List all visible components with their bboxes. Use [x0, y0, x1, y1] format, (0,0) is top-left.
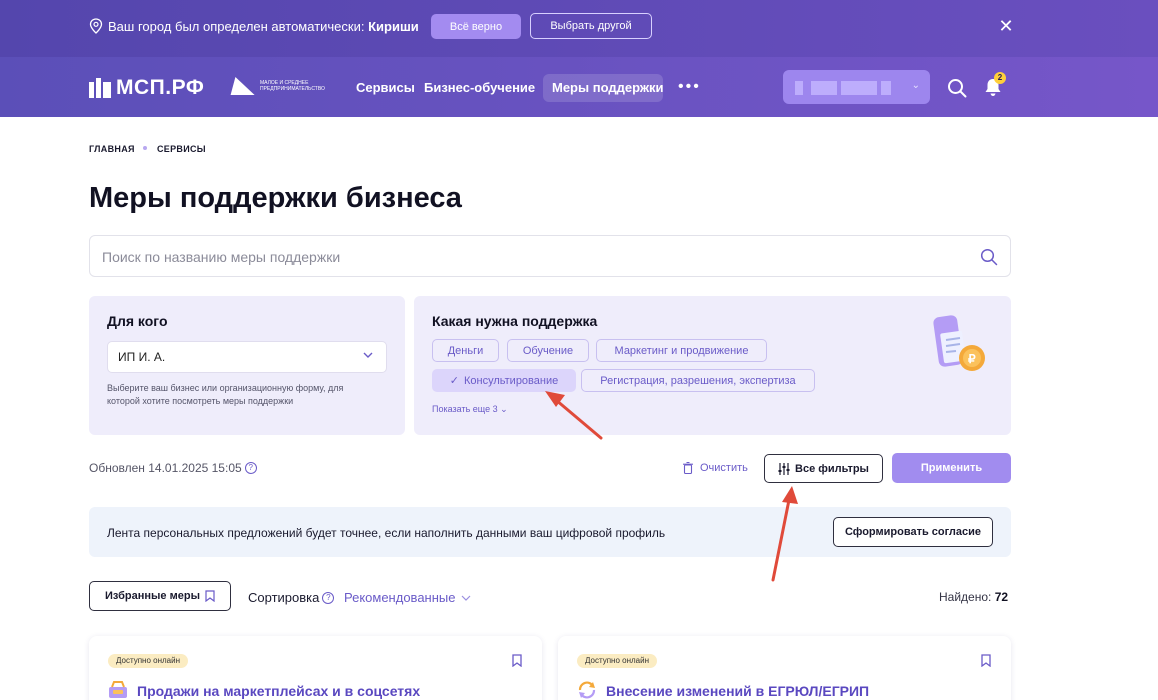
support-type-title: Какая нужна поддержка: [432, 313, 598, 329]
apply-button[interactable]: Применить: [892, 453, 1011, 483]
favorites-label: Избранные меры: [105, 590, 200, 602]
clear-filters-button[interactable]: Очистить: [683, 462, 748, 474]
chip-money[interactable]: Деньги: [432, 339, 499, 362]
breadcrumb-services[interactable]: СЕРВИСЫ: [157, 144, 206, 154]
bookmark-icon[interactable]: [981, 654, 991, 667]
found-count: Найдено: 72: [939, 590, 1008, 604]
show-more-link[interactable]: Показать еще 3 ⌄: [432, 404, 508, 415]
close-icon[interactable]: ✕: [998, 17, 1014, 35]
filters-icon: [778, 462, 790, 475]
for-whom-panel: Для кого ИП И. А. Выберите ваш бизнес ил…: [89, 296, 405, 435]
city-banner: Ваш город был определен автоматически: К…: [0, 0, 1158, 57]
site-header: МСП.РФ малое и среднее предпринимательст…: [0, 57, 1158, 117]
notification-badge: 2: [994, 72, 1006, 84]
profile-info-text: Лента персональных предложений будет точ…: [107, 526, 666, 540]
chevron-down-icon: ⌄: [911, 80, 920, 91]
sort-value: Рекомендованные: [344, 590, 456, 605]
all-filters-label: Все фильтры: [795, 462, 869, 475]
bookmark-icon[interactable]: [512, 654, 522, 667]
for-whom-hint: Выберите ваш бизнес или организационную …: [107, 383, 344, 406]
search-icon[interactable]: [947, 78, 967, 98]
redacted-block: [795, 81, 803, 95]
msp-logo[interactable]: МСП.РФ: [89, 76, 204, 100]
found-label: Найдено:: [939, 590, 995, 604]
city-message-text: Ваш город был определен автоматически:: [108, 19, 369, 34]
search-box: [89, 235, 1011, 277]
location-pin-icon: [89, 18, 103, 34]
card-title[interactable]: Продажи на маркетплейсах и в соцсетях: [137, 683, 420, 699]
favorites-button[interactable]: Избранные меры: [89, 581, 231, 611]
card-title[interactable]: Внесение изменений в ЕГРЮЛ/ЕГРИП: [606, 683, 869, 699]
partner-logo: малое и среднее предпринимательство: [230, 77, 330, 95]
breadcrumb-home[interactable]: ГЛАВНАЯ: [89, 144, 135, 154]
chip-consulting-label: Консультирование: [463, 374, 559, 387]
chip-education[interactable]: Обучение: [507, 339, 589, 362]
phone-coin-illustration-icon: ₽: [933, 315, 985, 371]
show-more-label: Показать еще 3: [432, 404, 498, 414]
sort-select[interactable]: Рекомендованные: [344, 590, 471, 605]
profile-info-banner: Лента персональных предложений будет точ…: [89, 507, 1011, 557]
online-badge: Доступно онлайн: [108, 654, 189, 668]
form-consent-button[interactable]: Сформировать согласие: [833, 517, 993, 547]
redacted-block: [811, 81, 837, 95]
nav-support-measures[interactable]: Меры поддержки: [552, 80, 664, 95]
chip-consulting[interactable]: ✓ Консультирование: [432, 369, 576, 392]
redacted-block: [881, 81, 891, 95]
for-whom-title: Для кого: [107, 313, 168, 329]
clear-filters-label: Очистить: [700, 462, 748, 474]
measure-card[interactable]: Доступно онлайн Продажи на маркетплейсах…: [89, 636, 542, 700]
chip-marketing[interactable]: Маркетинг и продвижение: [596, 339, 767, 362]
sort-label: Сортировка ?: [248, 590, 335, 605]
page-title: Меры поддержки бизнеса: [89, 182, 462, 214]
shop-basket-icon: [109, 681, 127, 698]
business-form-value: ИП И. А.: [118, 350, 166, 364]
refresh-document-icon: [578, 681, 596, 699]
support-type-panel: Какая нужна поддержка Деньги Обучение Ма…: [414, 296, 1011, 435]
check-icon: ✓: [449, 375, 459, 387]
trash-icon: [683, 462, 693, 474]
updated-status: Обновлен 14.01.2025 15:05 ?: [89, 461, 257, 475]
business-form-select[interactable]: ИП И. А.: [107, 341, 387, 373]
help-icon[interactable]: ?: [322, 591, 335, 604]
bookmark-icon: [205, 590, 215, 602]
online-badge: Доступно онлайн: [577, 654, 658, 668]
chevron-down-icon: [462, 595, 471, 601]
nav-business-education[interactable]: Бизнес-обучение: [424, 80, 535, 95]
nav-services[interactable]: Сервисы: [356, 80, 415, 95]
svg-text:₽: ₽: [968, 352, 976, 366]
profile-selector[interactable]: ⌄: [783, 70, 930, 104]
sort-label-text: Сортировка: [248, 590, 320, 605]
search-input[interactable]: [102, 247, 962, 267]
logo-text: МСП.РФ: [116, 76, 205, 99]
choose-other-city-button[interactable]: Выбрать другой: [530, 13, 652, 39]
logo-mark-icon: [89, 78, 111, 98]
updated-text: Обновлен 14.01.2025 15:05: [89, 461, 242, 475]
partner-logo-text: малое и среднее предпринимательство: [260, 80, 325, 92]
redacted-block: [841, 81, 877, 95]
more-menu-icon[interactable]: •••: [678, 78, 701, 96]
help-icon[interactable]: ?: [244, 462, 257, 474]
confirm-city-button[interactable]: Всё верно: [431, 14, 521, 39]
city-message: Ваш город был определен автоматически: К…: [108, 19, 419, 34]
search-icon[interactable]: [980, 248, 998, 266]
measure-card[interactable]: Доступно онлайн Внесение изменений в ЕГР…: [558, 636, 1011, 700]
breadcrumb-separator: [143, 146, 147, 150]
partner-logo-icon: [230, 77, 260, 95]
chip-registration[interactable]: Регистрация, разрешения, экспертиза: [581, 369, 815, 392]
found-number: 72: [994, 590, 1009, 604]
chevron-down-icon: [363, 352, 373, 358]
all-filters-button[interactable]: Все фильтры: [764, 454, 883, 483]
detected-city: Кириши: [368, 19, 419, 34]
